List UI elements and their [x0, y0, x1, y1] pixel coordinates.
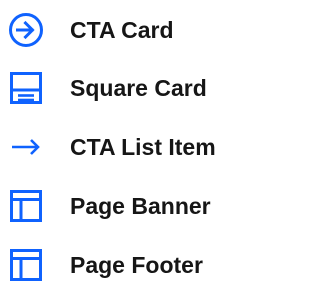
component-list: CTA Card Square Card CTA List Item Page … [0, 0, 250, 293]
list-item-label: CTA Card [70, 17, 174, 43]
list-item-label: Square Card [70, 75, 207, 101]
arrow-right-circle-icon [9, 13, 43, 47]
list-item-label: CTA List Item [70, 134, 216, 160]
list-item-cta-card[interactable]: CTA Card [0, 0, 250, 58]
square-card-icon [10, 72, 42, 104]
page-banner-icon [10, 190, 42, 222]
list-item-cta-list-item[interactable]: CTA List Item [0, 117, 250, 175]
arrow-right-icon [12, 139, 40, 155]
list-item-page-banner[interactable]: Page Banner [0, 176, 250, 234]
page-footer-icon [10, 249, 42, 281]
list-item-label: Page Footer [70, 252, 203, 278]
list-item-square-card[interactable]: Square Card [0, 58, 250, 116]
list-item-page-footer[interactable]: Page Footer [0, 235, 250, 293]
list-item-label: Page Banner [70, 193, 211, 219]
